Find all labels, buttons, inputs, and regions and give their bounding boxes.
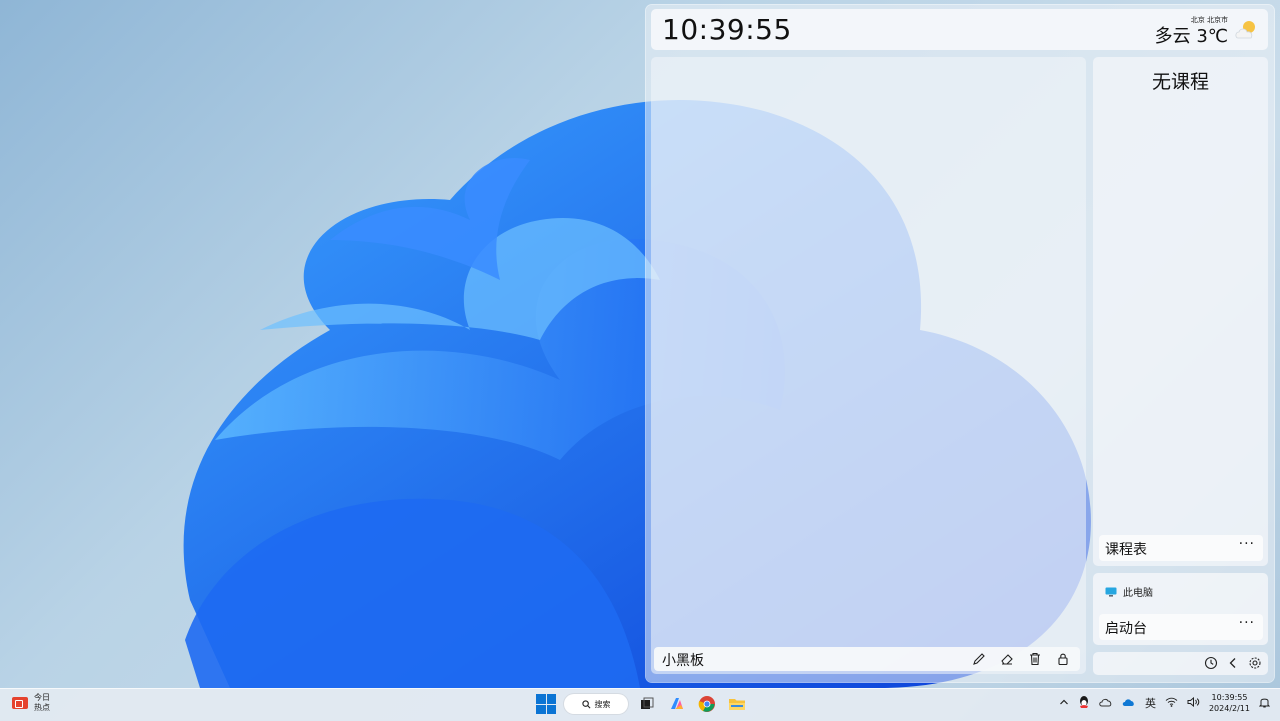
control-strip — [1093, 652, 1268, 675]
blackboard-toolbar: 小黑板 — [654, 647, 1080, 671]
trash-icon[interactable] — [1026, 650, 1044, 668]
blackboard-widget[interactable] — [651, 57, 1086, 674]
partly-cloudy-icon — [1234, 18, 1260, 42]
clock-icon[interactable] — [1204, 655, 1218, 674]
news-line-1: 今日 — [34, 693, 50, 702]
course-bar[interactable]: 课程表 ··· — [1099, 535, 1263, 561]
monitor-icon — [1105, 587, 1117, 597]
launcher-bar[interactable]: 启动台 ··· — [1099, 614, 1263, 640]
chevron-left-icon[interactable] — [1226, 655, 1240, 674]
course-empty-text: 无课程 — [1151, 71, 1209, 93]
chrome-icon[interactable] — [696, 693, 718, 715]
ime-indicator[interactable]: 英 — [1145, 695, 1156, 711]
more-icon[interactable]: ··· — [1239, 615, 1255, 631]
blackboard-title: 小黑板 — [662, 653, 704, 669]
tray-date: 2024/2/11 — [1208, 704, 1250, 713]
cloud-icon[interactable] — [1099, 697, 1113, 710]
qq-icon[interactable] — [1078, 695, 1090, 712]
weather-summary: 多云 3℃ — [1154, 26, 1228, 47]
file-explorer-icon[interactable] — [726, 693, 748, 715]
gear-icon[interactable] — [1248, 655, 1262, 674]
wifi-icon[interactable] — [1165, 697, 1178, 710]
search-icon — [581, 699, 590, 708]
bell-icon[interactable] — [1258, 696, 1271, 711]
start-icon[interactable] — [536, 694, 556, 714]
volume-icon[interactable] — [1187, 696, 1200, 710]
chevron-up-icon[interactable] — [1059, 698, 1069, 709]
launcher-bar-label: 启动台 — [1105, 621, 1147, 637]
news-widget[interactable]: 今日 热点 — [12, 693, 50, 713]
search-label: 搜索 — [594, 699, 611, 709]
system-tray: 英 10:39:55 2024/2/11 — [1059, 692, 1271, 714]
news-icon — [12, 697, 28, 709]
search-button[interactable]: 搜索 — [564, 694, 628, 714]
pencil-icon[interactable] — [970, 650, 988, 668]
onedrive-icon[interactable] — [1122, 697, 1136, 710]
clock-widget: 10:39:55 北京 北京市 多云 3℃ — [651, 9, 1268, 50]
launcher-item-label: 此电脑 — [1123, 588, 1153, 599]
course-bar-label: 课程表 — [1105, 542, 1147, 558]
eraser-icon[interactable] — [998, 650, 1016, 668]
tray-time: 10:39:55 — [1211, 693, 1248, 702]
course-widget: 无课程 — [1093, 57, 1268, 566]
clock-time: 10:39:55 — [662, 13, 792, 46]
copilot-icon[interactable] — [666, 693, 688, 715]
more-icon[interactable]: ··· — [1239, 536, 1255, 552]
lock-icon[interactable] — [1054, 650, 1072, 668]
news-line-2: 热点 — [34, 703, 50, 712]
launcher-item-this-pc[interactable]: 此电脑 — [1105, 584, 1153, 599]
task-view-icon[interactable] — [636, 693, 658, 715]
tray-clock[interactable]: 10:39:55 2024/2/11 — [1209, 692, 1250, 714]
taskbar: 今日 热点 搜索 英 10:39:55 2024/2/11 — [0, 688, 1280, 721]
